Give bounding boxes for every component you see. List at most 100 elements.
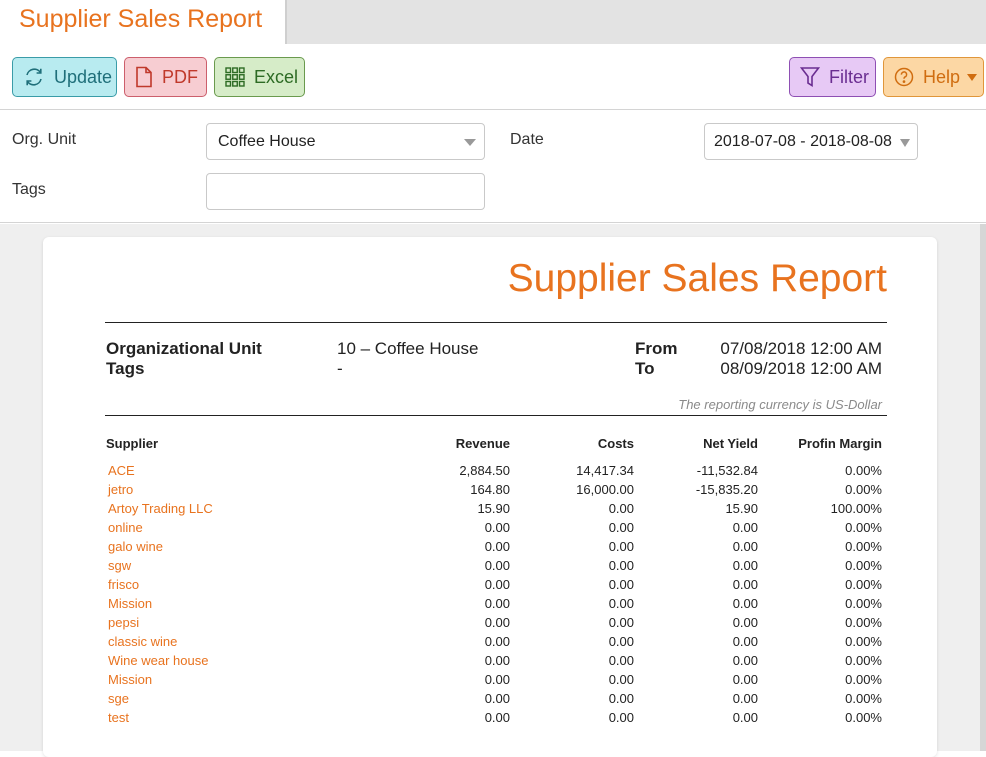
date-range-select[interactable]: 2018-07-08 - 2018-08-08 [704, 123, 918, 160]
net-yield-cell: 0.00 [732, 577, 758, 592]
from-heading: From [635, 339, 678, 358]
profit-margin-cell: 0.00% [845, 691, 882, 706]
chevron-down-icon [967, 73, 978, 81]
update-button[interactable]: Update [12, 57, 117, 97]
net-yield-cell: 0.00 [732, 634, 758, 649]
to-value: 08/09/2018 12:00 AM [720, 359, 882, 378]
costs-cell: 0.00 [608, 520, 634, 535]
supplier-link[interactable]: jetro [108, 482, 133, 497]
revenue-cell: 0.00 [484, 634, 510, 649]
chevron-down-icon [464, 139, 476, 146]
net-yield-cell: 0.00 [732, 596, 758, 611]
net-yield-cell: 0.00 [732, 672, 758, 687]
supplier-link[interactable]: online [108, 520, 143, 535]
costs-cell: 0.00 [608, 558, 634, 573]
profit-margin-cell: 0.00% [845, 539, 882, 554]
column-header-net-yield: Net Yield [703, 436, 758, 451]
from-value: 07/08/2018 12:00 AM [720, 339, 882, 358]
tab-supplier-sales-report[interactable]: Supplier Sales Report [0, 0, 287, 44]
supplier-link[interactable]: galo wine [108, 539, 163, 554]
costs-cell: 0.00 [608, 615, 634, 630]
net-yield-cell: 15.90 [725, 501, 758, 516]
revenue-cell: 0.00 [484, 558, 510, 573]
divider [105, 322, 887, 323]
profit-margin-cell: 0.00% [845, 634, 882, 649]
currency-note: The reporting currency is US-Dollar [678, 397, 882, 412]
org-unit-value: Coffee House [218, 132, 316, 150]
profit-margin-cell: 0.00% [845, 596, 882, 611]
table-row: Mission 0.00 0.00 0.00 0.00% [43, 672, 937, 691]
supplier-link[interactable]: classic wine [108, 634, 177, 649]
column-header-supplier: Supplier [106, 436, 159, 451]
tags-heading: Tags [106, 359, 145, 378]
costs-cell: 0.00 [608, 634, 634, 649]
table-row: galo wine 0.00 0.00 0.00 0.00% [43, 539, 937, 558]
scrollbar[interactable] [980, 224, 986, 751]
table-row: ACE 2,884.50 14,417.34 -11,532.84 0.00% [43, 463, 937, 482]
net-yield-cell: -15,835.20 [695, 482, 758, 497]
org-unit-label: Org. Unit [12, 131, 77, 148]
table-row: online 0.00 0.00 0.00 0.00% [43, 520, 937, 539]
revenue-cell: 0.00 [484, 539, 510, 554]
costs-cell: 16,000.00 [576, 482, 634, 497]
tags-label: Tags [12, 181, 46, 198]
revenue-cell: 0.00 [484, 596, 510, 611]
supplier-link[interactable]: frisco [108, 577, 139, 592]
divider [105, 415, 887, 416]
profit-margin-cell: 0.00% [845, 558, 882, 573]
revenue-cell: 0.00 [484, 653, 510, 668]
table-row: Mission 0.00 0.00 0.00 0.00% [43, 596, 937, 615]
tags-input[interactable] [206, 173, 485, 210]
supplier-link[interactable]: sge [108, 691, 129, 706]
supplier-link[interactable]: Mission [108, 596, 152, 611]
revenue-cell: 2,884.50 [459, 463, 510, 478]
excel-label: Excel [254, 66, 299, 87]
costs-cell: 0.00 [608, 539, 634, 554]
table-row: classic wine 0.00 0.00 0.00 0.00% [43, 634, 937, 653]
profit-margin-cell: 0.00% [845, 520, 882, 535]
profit-margin-cell: 100.00% [830, 501, 882, 516]
pdf-label: PDF [162, 66, 198, 87]
help-label: Help [923, 66, 961, 87]
filter-icon [800, 66, 820, 88]
chevron-down-icon [900, 139, 910, 147]
revenue-cell: 0.00 [484, 615, 510, 630]
costs-cell: 0.00 [608, 577, 634, 592]
revenue-cell: 164.80 [470, 482, 510, 497]
question-circle-icon [894, 67, 914, 87]
table-row: sgw 0.00 0.00 0.00 0.00% [43, 558, 937, 577]
filter-button[interactable]: Filter [789, 57, 876, 97]
revenue-cell: 0.00 [484, 691, 510, 706]
net-yield-cell: 0.00 [732, 520, 758, 535]
table-row: jetro 164.80 16,000.00 -15,835.20 0.00% [43, 482, 937, 501]
supplier-link[interactable]: test [108, 710, 129, 725]
org-unit-select[interactable]: Coffee House [206, 123, 485, 160]
pdf-button[interactable]: PDF [124, 57, 207, 97]
supplier-link[interactable]: pepsi [108, 615, 139, 630]
net-yield-cell: 0.00 [732, 558, 758, 573]
revenue-cell: 15.90 [477, 501, 510, 516]
profit-margin-cell: 0.00% [845, 653, 882, 668]
costs-cell: 0.00 [608, 672, 634, 687]
help-button[interactable]: Help [883, 57, 984, 97]
revenue-cell: 0.00 [484, 672, 510, 687]
revenue-cell: 0.00 [484, 577, 510, 592]
update-label: Update [54, 66, 113, 87]
table-row: Artoy Trading LLC 15.90 0.00 15.90 100.00% [43, 501, 937, 520]
costs-cell: 0.00 [608, 501, 634, 516]
excel-button[interactable]: Excel [214, 57, 305, 97]
supplier-link[interactable]: sgw [108, 558, 131, 573]
refresh-icon [23, 66, 45, 88]
table-row: Wine wear house 0.00 0.00 0.00 0.00% [43, 653, 937, 672]
supplier-link[interactable]: Mission [108, 672, 152, 687]
filter-label: Filter [829, 66, 869, 87]
column-header-profit-margin: Profin Margin [798, 436, 882, 451]
profit-margin-cell: 0.00% [845, 463, 882, 478]
report-viewer[interactable]: Supplier Sales Report Organizational Uni… [0, 224, 986, 757]
supplier-link[interactable]: Artoy Trading LLC [108, 501, 213, 516]
profit-margin-cell: 0.00% [845, 615, 882, 630]
supplier-link[interactable]: ACE [108, 463, 135, 478]
net-yield-cell: 0.00 [732, 539, 758, 554]
supplier-link[interactable]: Wine wear house [108, 653, 208, 668]
net-yield-cell: 0.00 [732, 615, 758, 630]
